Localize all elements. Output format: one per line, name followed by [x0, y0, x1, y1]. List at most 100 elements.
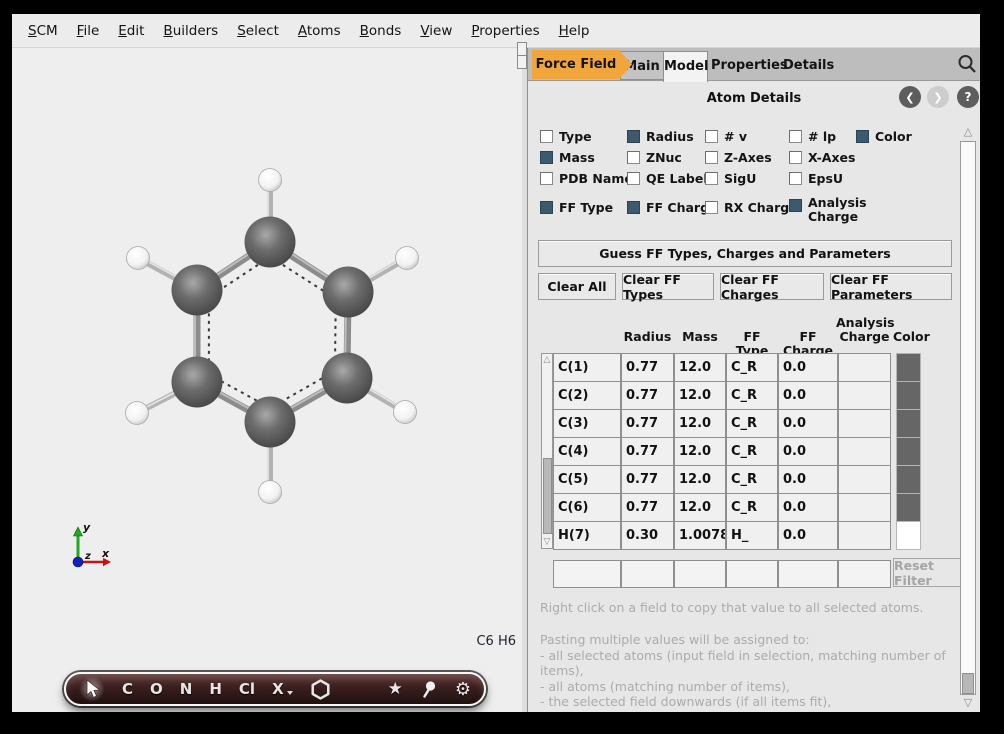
color-swatch[interactable]: [896, 409, 921, 438]
cell-atom[interactable]: C(1): [553, 353, 621, 382]
color-swatch[interactable]: [896, 437, 921, 466]
cell-ff-type[interactable]: C_R: [726, 381, 778, 410]
cell-ff-charge[interactable]: 0.0: [778, 381, 838, 410]
ring-tool-button[interactable]: [310, 679, 331, 700]
select-tool-button[interactable]: [79, 676, 105, 702]
checkbox-box[interactable]: [540, 201, 553, 214]
checkbox-box[interactable]: [856, 130, 869, 143]
element-x-button[interactable]: X: [272, 680, 293, 698]
cell-ff-charge[interactable]: 0.0: [778, 465, 838, 494]
cell-radius[interactable]: 0.30: [621, 521, 674, 550]
nav-back-button[interactable]: ❮: [899, 86, 921, 108]
menu-properties[interactable]: Properties: [465, 23, 545, 39]
search-icon[interactable]: [956, 53, 978, 75]
filter-atom-input[interactable]: [553, 560, 621, 588]
checkbox-mass[interactable]: Mass: [540, 151, 595, 165]
cell-ff-charge[interactable]: 0.0: [778, 353, 838, 382]
element-o-button[interactable]: O: [150, 680, 163, 698]
cell-radius[interactable]: 0.77: [621, 381, 674, 410]
panel-scrollbar-thumb[interactable]: [962, 673, 974, 694]
cell-ff-charge[interactable]: 0.0: [778, 493, 838, 522]
checkbox-znuc[interactable]: ZNuc: [627, 151, 682, 165]
tab-properties[interactable]: Properties: [711, 51, 781, 80]
cell-atom[interactable]: C(3): [553, 409, 621, 438]
cell-atom[interactable]: C(5): [553, 465, 621, 494]
cell-analysis-charge[interactable]: [838, 437, 891, 466]
molecule-viewport[interactable]: y x z C6 H6 C O N H Cl X ★: [12, 48, 522, 712]
cell-mass[interactable]: 12.0: [674, 353, 726, 382]
checkbox-analysis-charge[interactable]: Analysis Charge: [789, 196, 866, 224]
checkbox-box[interactable]: [789, 199, 802, 212]
checkbox-box[interactable]: [540, 130, 553, 143]
cell-analysis-charge[interactable]: [838, 521, 891, 550]
table-scrollbar-thumb[interactable]: [543, 458, 552, 534]
cell-atom[interactable]: C(6): [553, 493, 621, 522]
checkbox-box[interactable]: [705, 201, 718, 214]
menu-builders[interactable]: Builders: [157, 23, 224, 39]
checkbox-sigu[interactable]: SigU: [705, 172, 756, 186]
settings-button[interactable]: ⚙: [455, 679, 471, 700]
cell-analysis-charge[interactable]: [838, 465, 891, 494]
cell-analysis-charge[interactable]: [838, 409, 891, 438]
panel-scroll-down-icon[interactable]: ▽: [960, 696, 976, 709]
checkbox-box[interactable]: [627, 151, 640, 164]
nav-forward-button[interactable]: ❯: [927, 86, 949, 108]
star-button[interactable]: ★: [388, 679, 403, 699]
color-swatch[interactable]: [896, 465, 921, 494]
cell-ff-charge[interactable]: 0.0: [778, 521, 838, 550]
cell-mass[interactable]: 12.0: [674, 465, 726, 494]
tab-details[interactable]: Details: [783, 51, 833, 80]
color-swatch[interactable]: [896, 381, 921, 410]
cell-atom[interactable]: C(4): [553, 437, 621, 466]
checkbox-radius[interactable]: Radius: [627, 130, 694, 144]
color-swatch[interactable]: [896, 353, 921, 382]
tab-force-field[interactable]: Force Field: [532, 50, 632, 79]
cell-analysis-charge[interactable]: [838, 353, 891, 382]
scroll-up-icon[interactable]: △: [542, 355, 552, 365]
panel-scroll-up-icon[interactable]: △: [960, 125, 976, 138]
checkbox-box[interactable]: [627, 172, 640, 185]
checkbox-box[interactable]: [705, 151, 718, 164]
checkbox-box[interactable]: [705, 130, 718, 143]
cell-radius[interactable]: 0.77: [621, 493, 674, 522]
element-c-button[interactable]: C: [122, 680, 133, 698]
checkbox-pdb-name[interactable]: PDB Name: [540, 172, 633, 186]
checkbox-rx-charge[interactable]: RX Charge: [705, 201, 798, 215]
help-button[interactable]: ?: [957, 86, 979, 108]
menu-atoms[interactable]: Atoms: [292, 23, 347, 39]
cell-ff-charge[interactable]: 0.0: [778, 437, 838, 466]
cell-radius[interactable]: 0.77: [621, 409, 674, 438]
clear-ff-parameters-button[interactable]: Clear FF Parameters: [830, 273, 952, 300]
filter-mass-input[interactable]: [674, 560, 726, 588]
cell-mass[interactable]: 12.0: [674, 409, 726, 438]
cell-ff-type[interactable]: C_R: [726, 465, 778, 494]
checkbox-ff-charge[interactable]: FF Charge: [627, 201, 718, 215]
menu-bonds[interactable]: Bonds: [354, 23, 408, 39]
cell-radius[interactable]: 0.77: [621, 353, 674, 382]
cell-radius[interactable]: 0.77: [621, 465, 674, 494]
clear-ff-types-button[interactable]: Clear FF Types: [622, 273, 714, 300]
checkbox-box[interactable]: [540, 172, 553, 185]
checkbox-box[interactable]: [627, 201, 640, 214]
guess-ff-button[interactable]: Guess FF Types, Charges and Parameters: [538, 240, 952, 267]
checkbox-num-v[interactable]: # v: [705, 130, 747, 144]
cell-ff-type[interactable]: C_R: [726, 353, 778, 382]
checkbox-box[interactable]: [705, 172, 718, 185]
menu-select[interactable]: Select: [231, 23, 285, 39]
cell-atom[interactable]: H(7): [553, 521, 621, 550]
cell-analysis-charge[interactable]: [838, 381, 891, 410]
filter-radius-input[interactable]: [621, 560, 674, 588]
menu-file[interactable]: File: [71, 23, 106, 39]
checkbox-box[interactable]: [789, 130, 802, 143]
checkbox-num-lp[interactable]: # lp: [789, 130, 836, 144]
checkbox-box[interactable]: [789, 151, 802, 164]
menu-scm[interactable]: SCM: [22, 23, 64, 39]
filter-ff-charge-input[interactable]: [778, 560, 838, 588]
checkbox-z-axes[interactable]: Z-Axes: [705, 151, 772, 165]
checkbox-box[interactable]: [627, 130, 640, 143]
cell-atom[interactable]: C(2): [553, 381, 621, 410]
element-h-button[interactable]: H: [209, 680, 222, 698]
element-n-button[interactable]: N: [180, 680, 193, 698]
checkbox-box[interactable]: [540, 151, 553, 164]
checkbox-color[interactable]: Color: [856, 130, 912, 144]
